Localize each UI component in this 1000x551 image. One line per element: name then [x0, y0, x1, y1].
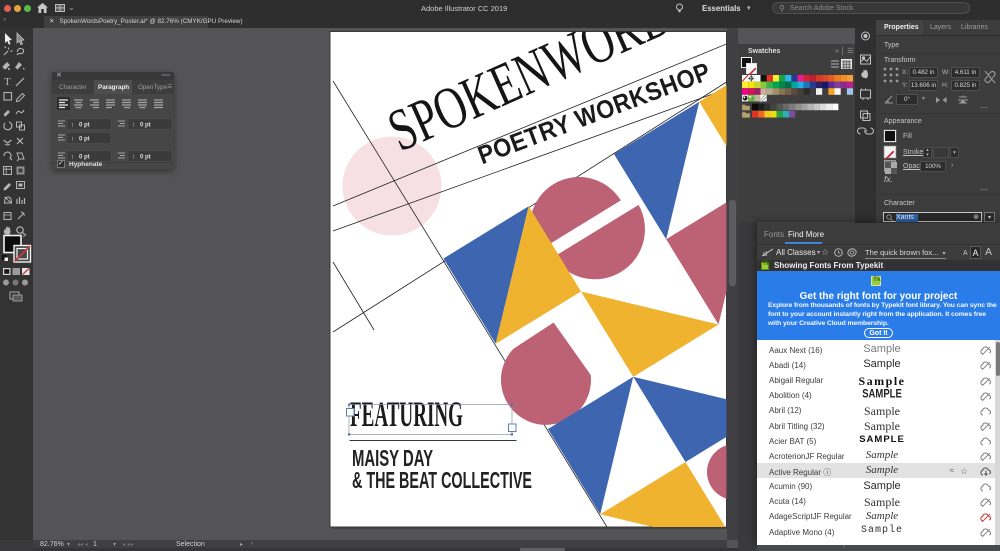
svg-text:T: T [4, 76, 11, 88]
svg-text:0 pt: 0 pt [79, 137, 90, 143]
svg-text:0 pt: 0 pt [140, 123, 151, 129]
svg-text:0 pt: 0 pt [79, 123, 90, 129]
svg-text:↕: ↕ [71, 123, 74, 129]
svg-text:& THE BEAT COLLECTIVE: & THE BEAT COLLECTIVE [352, 467, 532, 493]
svg-text:FEATURING: FEATURING [350, 394, 463, 434]
svg-text:↕: ↕ [71, 155, 74, 161]
svg-text:↕: ↕ [132, 155, 135, 161]
svg-text:↕: ↕ [71, 137, 74, 143]
svg-text:↕: ↕ [132, 123, 135, 129]
svg-text:0 pt: 0 pt [140, 155, 151, 161]
svg-text:0 pt: 0 pt [79, 155, 90, 161]
